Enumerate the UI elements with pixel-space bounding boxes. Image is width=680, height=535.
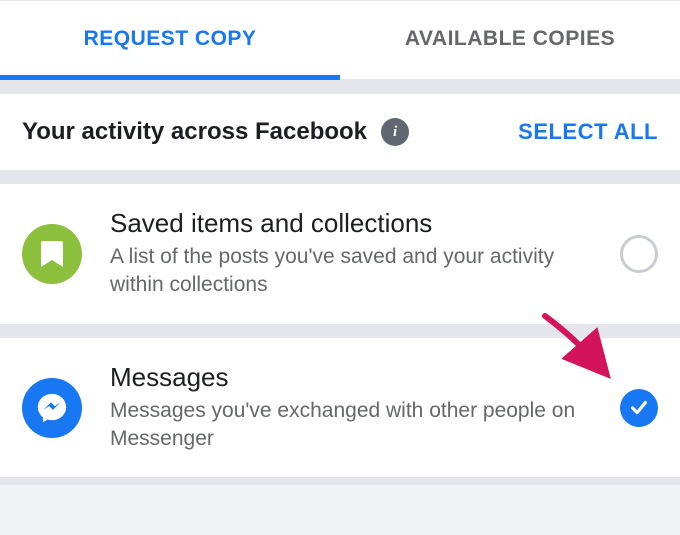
section-title: Your activity across Facebook [22, 118, 367, 146]
list-item-messages[interactable]: Messages Messages you've exchanged with … [0, 338, 680, 478]
section-divider [0, 477, 680, 485]
list-item-body: Messages Messages you've exchanged with … [110, 362, 620, 454]
section-divider [0, 324, 680, 338]
list-item-title: Messages [110, 362, 604, 393]
select-all-button[interactable]: SELECT ALL [518, 119, 658, 145]
checkbox-unchecked[interactable] [620, 235, 658, 273]
list-item-body: Saved items and collections A list of th… [110, 208, 620, 300]
tabs: REQUEST COPY AVAILABLE COPIES [0, 0, 680, 80]
checkbox-checked[interactable] [620, 389, 658, 427]
messenger-icon [22, 378, 82, 438]
list-item-desc: A list of the posts you've saved and you… [110, 243, 604, 300]
bookmark-icon [22, 224, 82, 284]
section-divider [0, 170, 680, 184]
section-header: Your activity across Facebook i SELECT A… [0, 94, 680, 170]
list-item-desc: Messages you've exchanged with other peo… [110, 397, 604, 454]
section-divider [0, 80, 680, 94]
list-item-saved[interactable]: Saved items and collections A list of th… [0, 184, 680, 324]
list-item-title: Saved items and collections [110, 208, 604, 239]
tab-request-copy[interactable]: REQUEST COPY [0, 1, 340, 80]
tab-available-copies[interactable]: AVAILABLE COPIES [340, 1, 680, 80]
info-icon[interactable]: i [381, 118, 409, 146]
